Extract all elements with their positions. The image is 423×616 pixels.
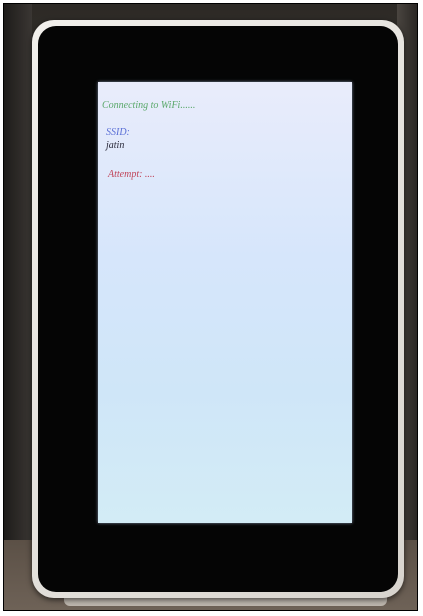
tablet-device: Connecting to WiFi...... SSID: jatin Att… (32, 20, 404, 598)
photo-frame: Connecting to WiFi...... SSID: jatin Att… (3, 3, 418, 611)
background-wall-left (4, 4, 32, 610)
attempt-text: Attempt: .... (108, 169, 155, 180)
wifi-status-text: Connecting to WiFi...... (102, 100, 196, 111)
ssid-value: jatin (106, 140, 125, 151)
tablet-screen: Connecting to WiFi...... SSID: jatin Att… (98, 82, 352, 523)
ssid-label: SSID: (106, 127, 130, 138)
